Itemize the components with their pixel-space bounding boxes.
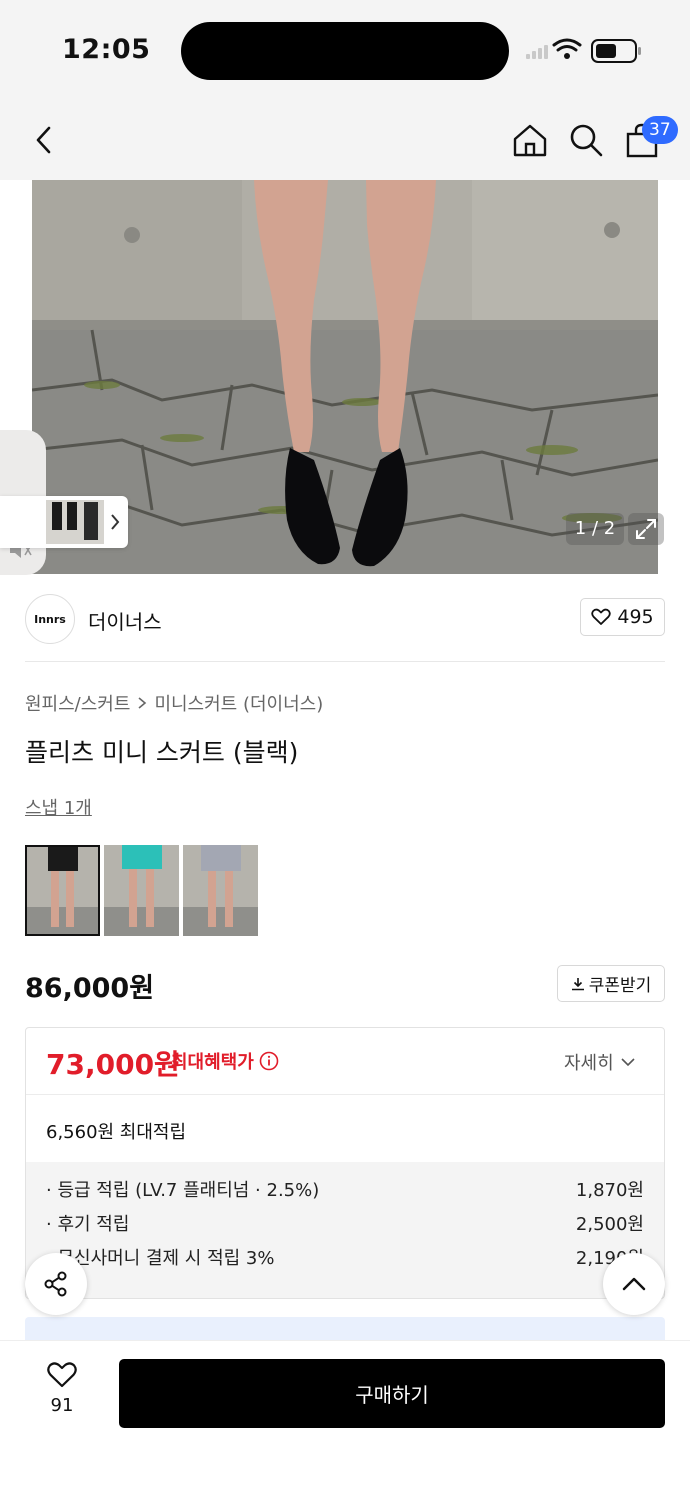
reward-row: · 등급 적립 (LV.7 플래티넘 · 2.5%) 1,870원	[46, 1176, 644, 1210]
wishlist-button[interactable]: 91	[30, 1361, 94, 1416]
brand-like-count: 495	[617, 606, 654, 628]
option-thumbnail	[104, 845, 179, 936]
reward-row: · 무신사머니 결제 시 적립 3% 2,190원	[46, 1244, 644, 1278]
chevron-right-icon	[138, 697, 147, 709]
heart-icon	[591, 608, 612, 625]
dynamic-island	[181, 22, 509, 80]
reward-total: 6,560원 최대적립	[46, 1122, 187, 1143]
reward-label: · 등급 적립 (LV.7 플래티넘 · 2.5%)	[46, 1180, 320, 1201]
nav-bar	[0, 100, 690, 180]
bottom-action-bar: 91 구매하기	[0, 1340, 690, 1500]
back-arrow-icon	[36, 126, 51, 154]
search-button[interactable]	[564, 118, 608, 162]
battery-icon	[591, 39, 641, 63]
coupon-label: 쿠폰받기	[588, 976, 652, 996]
max-benefit-label: 최대혜택가	[171, 1048, 279, 1074]
reward-amount: 2,500원	[575, 1214, 644, 1235]
reward-amount: 1,870원	[575, 1180, 644, 1201]
cart-count-badge: 37	[642, 116, 678, 144]
breadcrumb: 원피스/스커트 미니스커트 (더이너스)	[25, 690, 323, 716]
brand-row: Innrs 더이너스 495	[25, 590, 665, 662]
status-bar: 12:05	[0, 0, 690, 100]
color-option-turquoise[interactable]	[104, 845, 179, 936]
snap-link[interactable]: 스냅 1개	[25, 794, 92, 820]
scroll-top-button[interactable]	[603, 1253, 665, 1315]
status-time: 12:05	[62, 34, 151, 65]
benefit-box: 73,000원 최대혜택가 자세히 6,560원 최대적립 · 등급 적립 (L…	[25, 1027, 665, 1299]
brand-name[interactable]: 더이너스	[88, 606, 162, 635]
back-button[interactable]	[22, 118, 66, 162]
brand-logo[interactable]: Innrs	[25, 594, 75, 644]
benefit-header[interactable]: 73,000원 최대혜택가 자세히	[26, 1028, 664, 1095]
wifi-icon	[552, 38, 582, 52]
color-options	[25, 845, 258, 937]
reward-list: · 등급 적립 (LV.7 플래티넘 · 2.5%) 1,870원 · 후기 적…	[26, 1162, 664, 1298]
option-thumbnail	[183, 845, 258, 936]
brand-logo-text: Innrs	[34, 612, 66, 626]
product-title: 플리츠 미니 스커트 (블랙)	[25, 738, 299, 767]
buy-button[interactable]: 구매하기	[119, 1359, 665, 1428]
search-icon	[570, 124, 603, 157]
reward-label: · 후기 적립	[46, 1214, 130, 1235]
status-icons	[524, 36, 644, 66]
share-icon	[44, 1271, 67, 1297]
option-thumbnail	[27, 847, 98, 934]
breadcrumb-subcategory[interactable]: 미니스커트 (더이너스)	[154, 690, 323, 716]
product-price: 86,000원	[25, 973, 155, 1004]
wishlist-count: 91	[50, 1395, 74, 1416]
brand-like-button[interactable]: 495	[580, 598, 665, 636]
expand-icon	[636, 519, 656, 539]
share-button[interactable]	[25, 1253, 87, 1315]
zoom-button[interactable]	[628, 513, 664, 545]
chevron-right-icon	[111, 514, 120, 530]
download-icon	[571, 977, 584, 990]
color-option-black[interactable]	[25, 845, 100, 936]
reward-row: · 후기 적립 2,500원	[46, 1210, 644, 1244]
image-pager: 1 / 2	[566, 513, 624, 545]
info-icon	[259, 1051, 279, 1071]
home-icon	[513, 124, 547, 157]
home-button[interactable]	[508, 118, 552, 162]
chevron-down-icon	[621, 1058, 635, 1067]
video-thumbnail	[46, 500, 120, 544]
max-benefit-price: 73,000원	[46, 1048, 180, 1081]
benefit-detail-toggle[interactable]: 자세히	[564, 1049, 636, 1075]
chevron-up-icon	[622, 1277, 646, 1291]
heart-icon	[47, 1362, 77, 1388]
signal-icon	[526, 45, 548, 59]
color-option-grey[interactable]	[183, 845, 258, 936]
breadcrumb-category[interactable]: 원피스/스커트	[25, 690, 130, 716]
coupon-download-button[interactable]: 쿠폰받기	[557, 965, 665, 1002]
video-pip[interactable]	[0, 496, 128, 548]
